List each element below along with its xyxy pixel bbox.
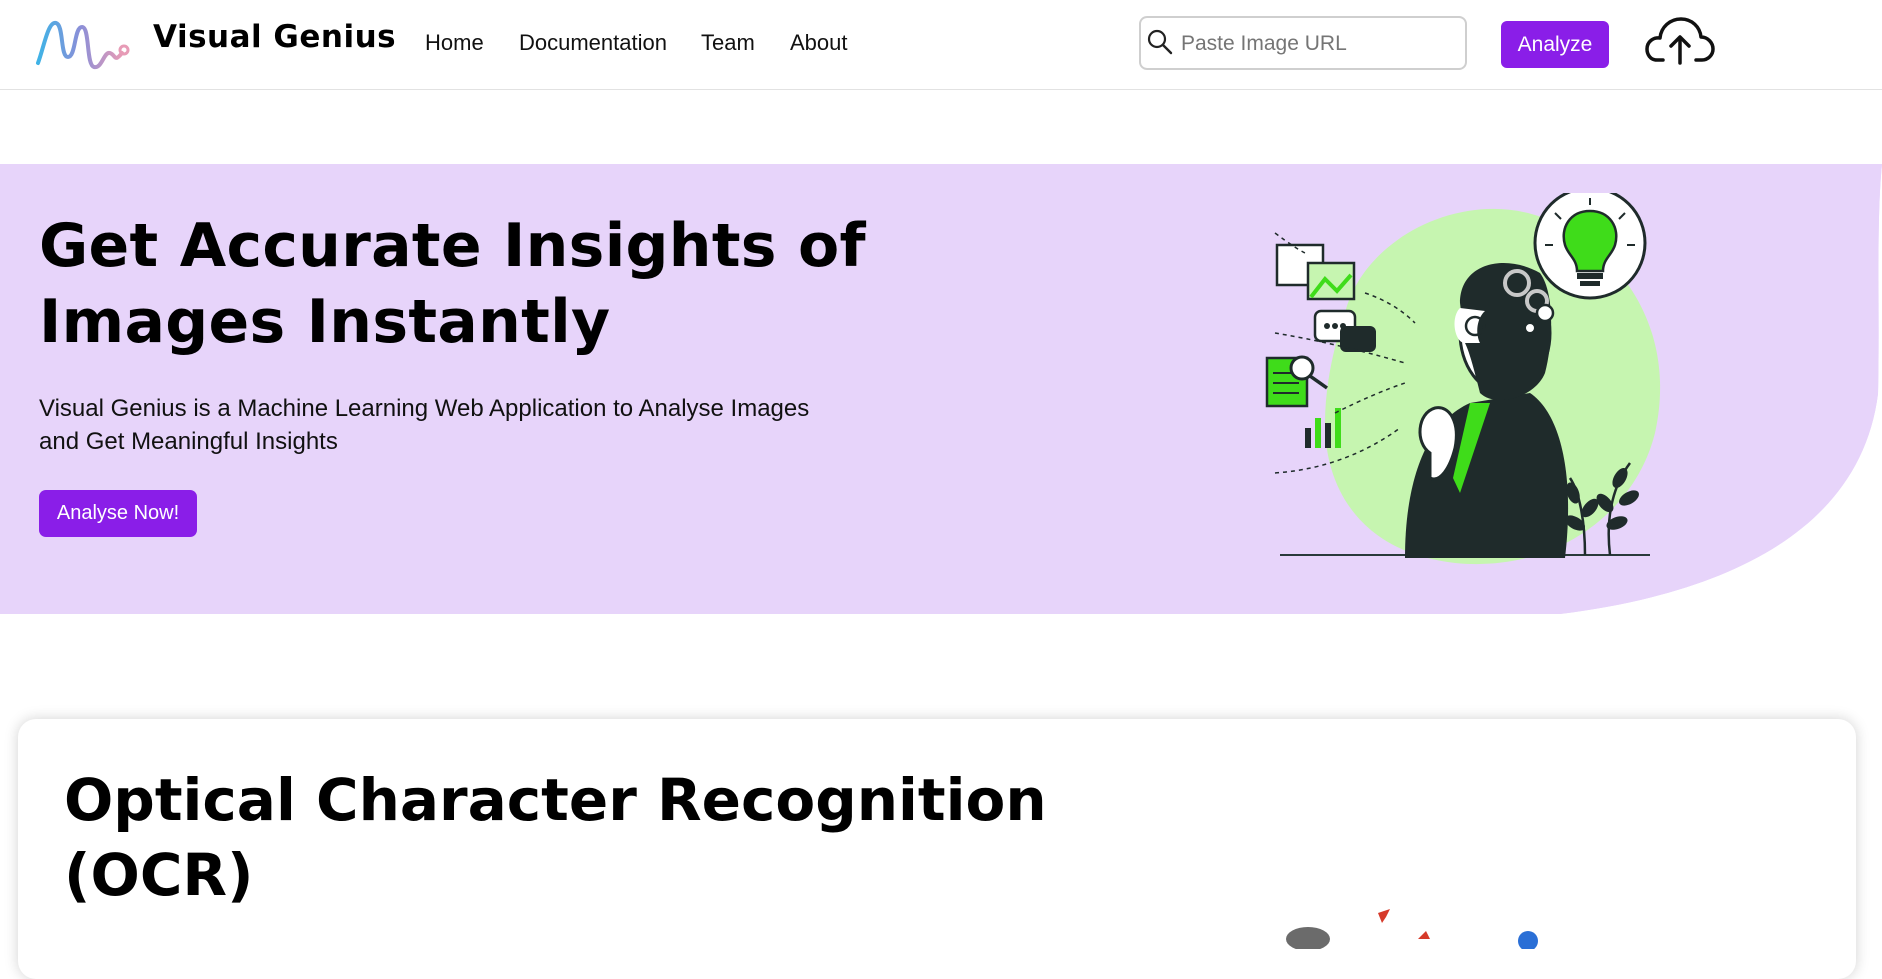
hero-description-line-1: Visual Genius is a Machine Learning Web …	[39, 395, 810, 422]
image-url-search	[1139, 16, 1467, 70]
ocr-card-title: Optical Character Recognition (OCR)	[64, 763, 1064, 913]
thinking-man-illustration	[1265, 193, 1661, 565]
hero-description-line-2: and Get Meaningful Insights	[39, 428, 338, 455]
nav-team[interactable]: Team	[701, 30, 755, 56]
analyse-now-button[interactable]: Analyse Now!	[39, 490, 197, 537]
top-navbar: Visual Genius Home Documentation Team Ab…	[0, 0, 1882, 90]
ocr-feature-card: Optical Character Recognition (OCR)	[18, 719, 1856, 979]
ocr-title-line-1: Optical Character Recognition	[64, 766, 1047, 834]
cloud-upload-icon[interactable]	[1645, 16, 1715, 66]
analyze-button[interactable]: Analyze	[1501, 21, 1609, 68]
ocr-illustration	[1286, 909, 1538, 949]
hero-description: Visual Genius is a Machine Learning Web …	[39, 392, 839, 458]
search-icon	[1147, 29, 1173, 55]
visual-genius-logo[interactable]	[34, 17, 130, 73]
hero-title-line-2: Images Instantly	[39, 287, 611, 357]
nav-about[interactable]: About	[790, 30, 848, 56]
image-url-input[interactable]	[1179, 27, 1463, 61]
brand-name[interactable]: Visual Genius	[153, 19, 396, 55]
hero-section: Get Accurate Insights of Images Instantl…	[0, 164, 1882, 614]
hero-title-line-1: Get Accurate Insights of	[39, 211, 866, 281]
nav-home[interactable]: Home	[425, 30, 484, 56]
ocr-title-line-2: (OCR)	[64, 841, 254, 909]
nav-documentation[interactable]: Documentation	[519, 30, 667, 56]
hero-title: Get Accurate Insights of Images Instantl…	[39, 208, 939, 360]
